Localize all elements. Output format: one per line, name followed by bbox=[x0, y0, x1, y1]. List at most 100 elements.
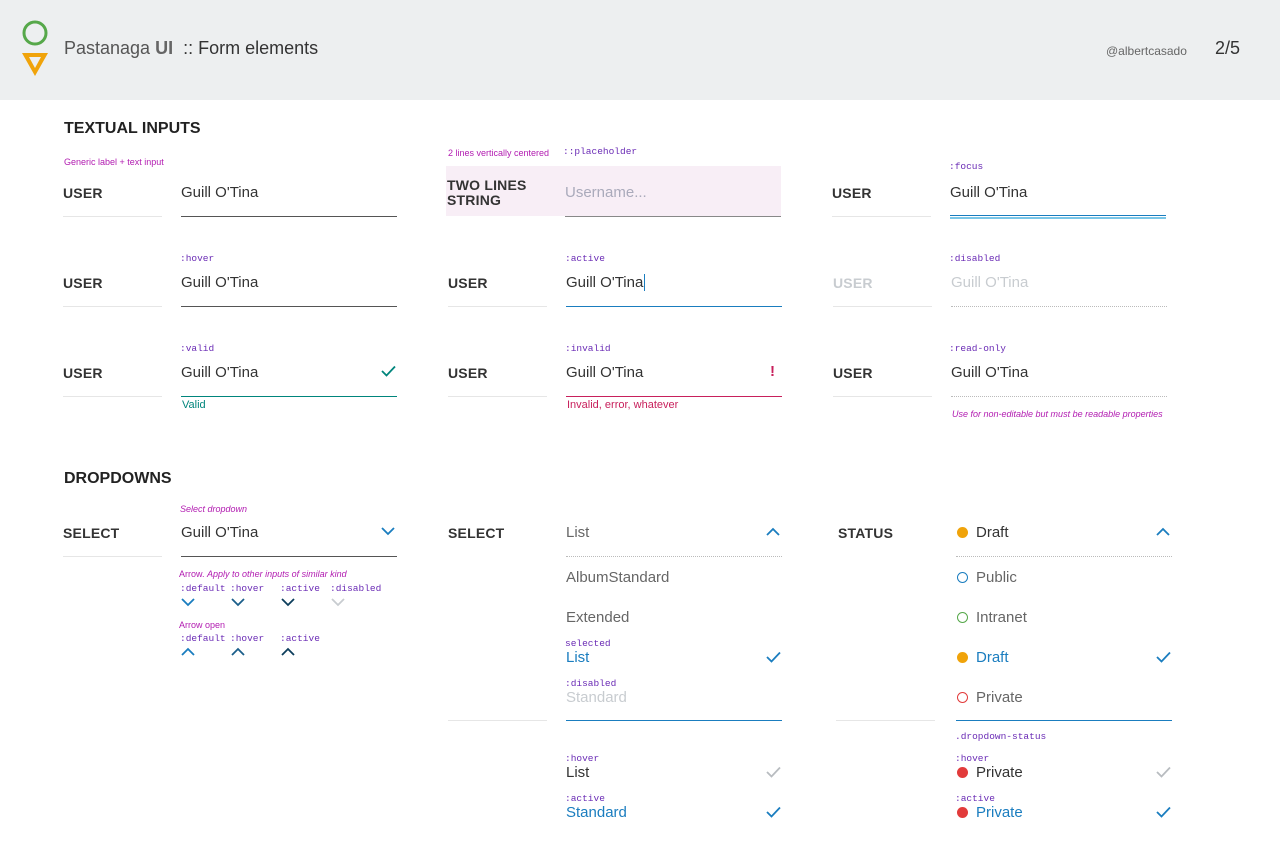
section-title-textual: TEXTUAL INPUTS bbox=[64, 120, 201, 137]
check-icon bbox=[1156, 766, 1171, 778]
text-input-placeholder[interactable]: Username... bbox=[565, 184, 647, 201]
label-divider bbox=[63, 306, 162, 307]
list-item-active[interactable]: Standard bbox=[566, 804, 627, 821]
status-item-active[interactable]: Private bbox=[976, 804, 1023, 821]
select-open-header[interactable]: List bbox=[566, 524, 589, 541]
label-divider bbox=[63, 216, 162, 217]
chevron-up-icon bbox=[231, 647, 245, 656]
label-divider bbox=[833, 396, 932, 397]
text-input-active[interactable]: Guill O'Tina bbox=[566, 274, 646, 291]
arrow-state-active: :active bbox=[280, 583, 320, 594]
read-only-underline bbox=[951, 396, 1167, 397]
arrow-open-state-default: :default bbox=[180, 633, 226, 644]
check-icon bbox=[1156, 651, 1171, 663]
arrow-state-hover: :hover bbox=[230, 583, 265, 594]
status-class-note: .dropdown-status bbox=[955, 731, 1047, 742]
text-input-generic[interactable]: Guill O'Tina bbox=[181, 184, 258, 201]
list-underline bbox=[566, 720, 782, 721]
chevron-up-icon[interactable] bbox=[1156, 527, 1170, 536]
state-hover: :hover bbox=[565, 753, 600, 764]
chevron-down-icon bbox=[331, 598, 345, 607]
status-item-hover[interactable]: Private bbox=[976, 764, 1023, 781]
private-status-dot bbox=[957, 807, 968, 818]
status-underline bbox=[956, 720, 1172, 721]
label-divider bbox=[63, 396, 162, 397]
status-item-draft[interactable]: Draft bbox=[976, 649, 1009, 666]
field-label: USER bbox=[832, 185, 872, 201]
valid-underline bbox=[181, 396, 397, 397]
field-label-disabled: USER bbox=[833, 275, 873, 291]
list-item-selected[interactable]: List bbox=[566, 649, 589, 666]
state-active: :active bbox=[955, 793, 995, 804]
private-status-dot bbox=[957, 692, 968, 703]
list-item-extended[interactable]: Extended bbox=[566, 609, 629, 626]
list-item-hover[interactable]: List bbox=[566, 764, 589, 781]
chevron-up-icon[interactable] bbox=[766, 527, 780, 536]
text-input-read-only: Guill O'Tina bbox=[951, 364, 1029, 381]
text-input-hover[interactable]: Guill O'Tina bbox=[181, 274, 258, 291]
check-icon bbox=[766, 766, 781, 778]
label-divider bbox=[448, 396, 547, 397]
draft-status-dot bbox=[957, 652, 968, 663]
public-status-dot bbox=[957, 572, 968, 583]
status-item-public[interactable]: Public bbox=[976, 569, 1017, 586]
two-lines-label: TWO LINES STRING bbox=[447, 177, 527, 208]
page-counter: 2/5 bbox=[1215, 38, 1241, 58]
input-underline bbox=[181, 306, 397, 307]
pastanaga-logo-icon bbox=[20, 20, 50, 78]
chevron-down-icon bbox=[181, 598, 195, 607]
field-label: USER bbox=[833, 365, 873, 381]
status-label: STATUS bbox=[838, 525, 894, 541]
status-item-private[interactable]: Private bbox=[976, 689, 1023, 706]
app-name-bold: UI bbox=[155, 38, 174, 58]
field-label: USER bbox=[448, 275, 488, 291]
title-separator: :: bbox=[183, 38, 194, 58]
state-disabled: :disabled bbox=[565, 678, 617, 689]
check-icon bbox=[1156, 806, 1171, 818]
state-hover: :hover bbox=[180, 253, 215, 264]
status-divider bbox=[956, 556, 1172, 557]
disabled-underline bbox=[951, 306, 1167, 307]
select-dropdown[interactable]: Guill O'Tina bbox=[181, 524, 258, 541]
valid-message: Valid bbox=[182, 399, 206, 411]
error-icon: ! bbox=[770, 363, 775, 380]
state-placeholder: ::placeholder bbox=[563, 146, 638, 157]
check-icon bbox=[766, 651, 781, 663]
invalid-underline bbox=[566, 396, 782, 397]
field-label: USER bbox=[63, 365, 103, 381]
section-title-dropdowns: DROPDOWNS bbox=[64, 470, 172, 487]
label-divider bbox=[448, 306, 547, 307]
author-handle: @albertcasado bbox=[1106, 44, 1187, 58]
chevron-up-icon bbox=[281, 647, 295, 656]
list-item-albumstandard[interactable]: AlbumStandard bbox=[566, 569, 669, 586]
field-label: USER bbox=[63, 185, 103, 201]
check-icon bbox=[381, 365, 396, 377]
note-generic: Generic label + text input bbox=[64, 157, 164, 167]
status-dropdown-header[interactable]: Draft bbox=[976, 524, 1009, 541]
list-divider bbox=[566, 556, 782, 557]
input-underline bbox=[181, 216, 397, 217]
label-divider bbox=[63, 556, 162, 557]
state-active: :active bbox=[565, 253, 605, 264]
status-item-intranet[interactable]: Intranet bbox=[976, 609, 1027, 626]
field-label: USER bbox=[448, 365, 488, 381]
arrow-state-disabled: :disabled bbox=[330, 583, 382, 594]
text-input-disabled: Guill O'Tina bbox=[951, 274, 1029, 291]
text-input-invalid[interactable]: Guill O'Tina bbox=[566, 364, 643, 381]
state-hover: :hover bbox=[955, 753, 990, 764]
note-select-dropdown: Select dropdown bbox=[180, 504, 248, 514]
select-label: SELECT bbox=[448, 525, 505, 541]
note-two-lines: 2 lines vertically centered bbox=[448, 148, 550, 158]
state-read-only: :read-only bbox=[949, 343, 1007, 354]
arrow-open-state-hover: :hover bbox=[230, 633, 265, 644]
label-divider bbox=[833, 306, 932, 307]
check-icon bbox=[766, 806, 781, 818]
state-focus: :focus bbox=[949, 161, 984, 172]
focus-underline bbox=[950, 215, 1166, 219]
chevron-down-icon[interactable] bbox=[381, 527, 395, 536]
text-input-focus[interactable]: Guill O'Tina bbox=[950, 184, 1027, 201]
state-selected: selected bbox=[565, 638, 611, 649]
state-valid: :valid bbox=[180, 343, 215, 354]
text-input-valid[interactable]: Guill O'Tina bbox=[181, 364, 258, 381]
arrow-open-note: Arrow open bbox=[179, 620, 226, 630]
